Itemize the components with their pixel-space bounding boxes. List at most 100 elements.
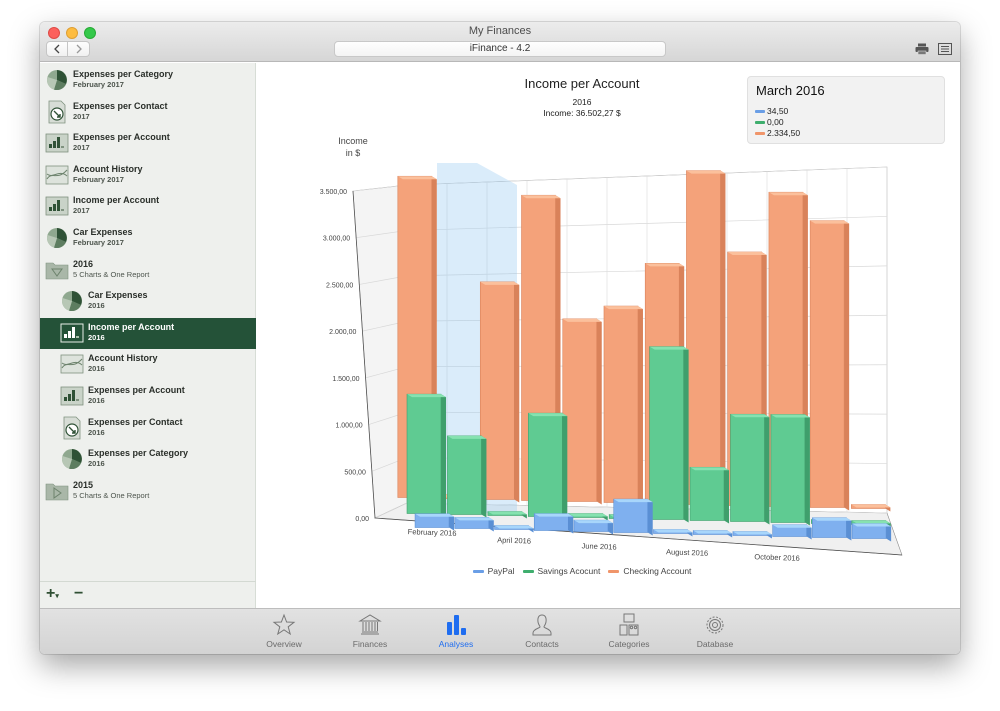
bar-top [768,192,808,196]
sidebar-item-subtitle: 2016 [88,427,105,437]
printer-icon[interactable] [915,43,929,55]
back-button[interactable] [46,41,68,57]
line-chart-icon [60,352,84,376]
bar-top [415,513,455,517]
tab-overview[interactable]: Overview [254,613,314,653]
tab-analyses[interactable]: Analyses [426,613,486,653]
bar-top [447,435,487,439]
sidebar-item[interactable]: Income per Account 2016 [40,317,256,349]
savings-swatch [755,120,765,124]
bar-side [596,318,602,505]
sidebar-item-label: Expenses per Contact [88,416,183,427]
tab-label: Finances [352,639,388,649]
legend-item-checking[interactable]: Checking Account [608,566,691,576]
sidebar-item[interactable]: Account History 2016 [40,349,256,380]
sidebar-item[interactable]: Car Expenses 2016 [40,286,256,317]
bar-top [454,517,494,521]
tab-label: Analyses [438,639,474,649]
y-tick-label: 1.000,00 [335,423,362,430]
sidebar-item[interactable]: Expenses per Contact 2016 [40,413,256,444]
sidebar-item[interactable]: Income per Account 2017 [40,191,256,222]
x-tick-label: October 2016 [754,552,800,563]
y-axis-label-line2: in $ [345,148,361,158]
bar-top [562,318,602,322]
window-title: My Finances [468,25,532,37]
sidebar-item[interactable]: Expenses per Contact 2017 [40,97,256,128]
add-button[interactable]: +▾ [46,586,59,605]
legend-swatch [472,569,484,573]
bar-savings-acocunt [730,413,765,522]
tab-label: Contacts [525,639,559,649]
remove-button[interactable]: − [74,586,83,602]
sidebar-item-subtitle: 2016 [88,332,105,342]
chevron-left-icon [54,44,60,54]
bar-top [772,524,812,528]
sidebar-item[interactable]: Expenses per Account 2016 [40,381,256,412]
sidebar-item[interactable]: Expenses per Account 2017 [40,128,256,159]
list-icon[interactable] [938,43,952,55]
bar-savings-acocunt [406,393,442,514]
bar-side [514,281,520,503]
sidebar-item-subtitle: 5 Charts & One Report [73,490,150,500]
forward-button[interactable] [68,41,90,57]
tab-categories[interactable]: Categories [599,613,659,653]
report-icon [45,100,69,124]
tab-label: Overview [266,639,302,649]
bar-top [851,520,891,524]
tooltip-row-paypal: 34,50 [755,106,788,116]
bar-top [851,504,891,508]
sidebar-item-subtitle: 2017 [73,111,90,121]
bar-side [562,413,568,520]
bar-chart-icon [45,131,69,155]
bar-top [686,170,726,174]
sidebar-item[interactable]: 2015 5 Charts & One Report [40,476,256,507]
bar-top [730,414,770,418]
bar-top [732,531,772,535]
url-bar[interactable]: iFinance - 4.2 [334,41,666,57]
bar-side [764,414,770,525]
sidebar-item[interactable]: Expenses per Category February 2017 [40,65,256,96]
legend-label: Checking Account [623,566,692,576]
legend-item-paypal[interactable]: PayPal [472,566,515,576]
bar-top [653,529,693,533]
sidebar-item[interactable]: Account History February 2017 [40,160,256,191]
sidebar-item-subtitle: 2017 [73,206,90,216]
tab-finances[interactable]: Finances [340,613,400,653]
bar-savings-acocunt [649,346,684,520]
sidebar-item[interactable]: Expenses per Category 2016 [40,444,256,475]
chart-tooltip: March 2016 34,50 0,00 2.334,50 [747,76,945,144]
sidebar-item-subtitle: 2016 [88,459,105,469]
bar-top [690,467,730,471]
sidebar-item[interactable]: Car Expenses February 2017 [40,223,256,254]
bar-side [637,306,643,506]
bar-top [407,394,447,398]
categories-icon [619,613,639,636]
legend-item-savings[interactable]: Savings Acocunt [522,566,600,576]
add-icon: + [46,585,56,602]
sidebar-item-label: Expenses per Category [88,448,189,459]
tooltip-title: March 2016 [756,83,825,98]
gear-icon [706,616,724,634]
bar-top [521,195,561,199]
tab-database[interactable]: Database [685,613,745,653]
sidebar-item-label: Income per Account [73,195,160,206]
bar-checking-account [603,305,639,503]
sidebar-item[interactable]: 2016 5 Charts & One Report [40,255,256,286]
y-axis-label-line1: Income [338,136,368,146]
bar-top [494,525,534,529]
bar-savings-acocunt [770,414,806,523]
x-tick-label: February 2016 [408,527,457,538]
app-window: My Finances iFinance - 4.2 Expenses per … [40,22,960,654]
sidebar-item-label: Expenses per Category [73,69,174,79]
tooltip-value: 0,00 [767,117,784,127]
bar-side [647,499,653,536]
tab-contacts[interactable]: Contacts [512,613,572,653]
sidebar-item-subtitle: 2017 [73,143,90,153]
bar-side [804,414,810,526]
bar-checking-account [686,170,721,505]
bar-top [568,513,608,517]
tab-label: Database [696,639,734,649]
sidebar-item-subtitle: 2016 [88,364,105,374]
bar-top [574,520,613,524]
chart-legend: PayPal Savings Acocunt Checking Account [257,566,907,576]
